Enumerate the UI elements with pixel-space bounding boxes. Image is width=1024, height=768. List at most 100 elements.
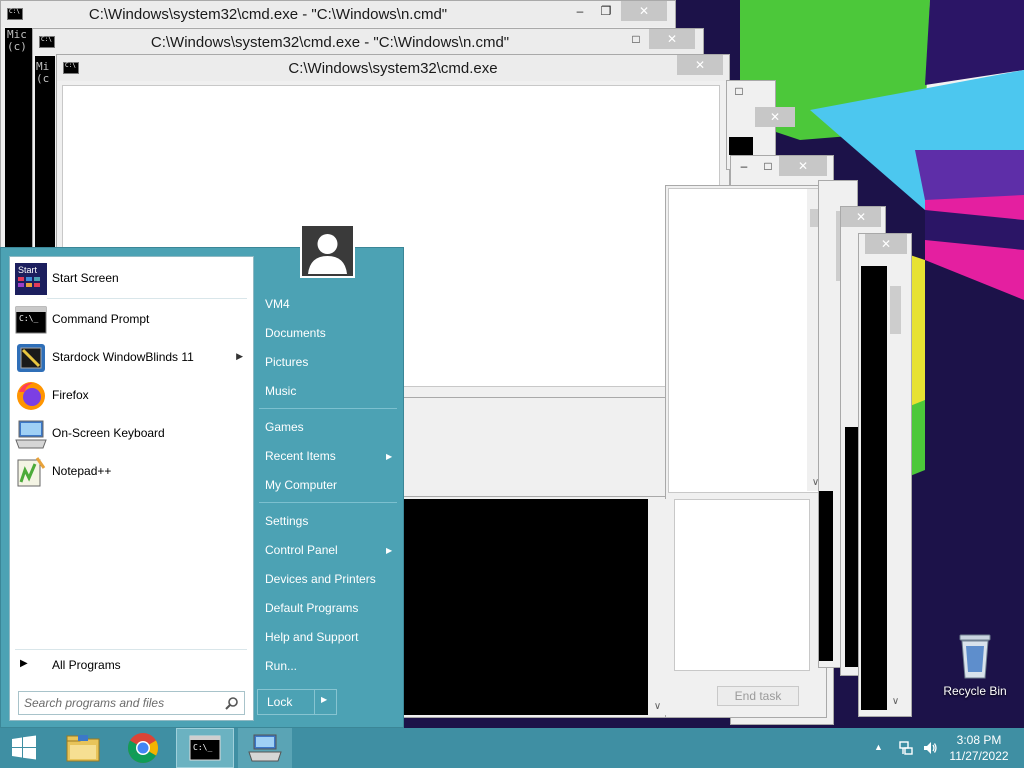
close-button[interactable]: ✕ xyxy=(649,29,695,49)
power-options-arrow-icon[interactable]: ▶ xyxy=(321,695,327,704)
scroll-down-arrow[interactable]: ∨ xyxy=(649,701,666,712)
taskbar-on-screen-keyboard[interactable] xyxy=(238,728,292,768)
lock-divider xyxy=(314,690,315,714)
recycle-bin-icon xyxy=(959,634,991,679)
console-line-2: (c) xyxy=(7,40,27,53)
search-input[interactable] xyxy=(24,695,219,711)
taskbar-file-explorer[interactable] xyxy=(56,728,110,768)
command-prompt-icon: C:\_ xyxy=(15,306,47,334)
start-menu-link-games[interactable]: Games xyxy=(265,420,304,434)
start-menu-item-label: On-Screen Keyboard xyxy=(52,426,165,440)
separator xyxy=(15,649,247,650)
start-menu-item-notepadpp[interactable]: Notepad++ xyxy=(15,455,249,489)
start-button[interactable] xyxy=(0,728,54,768)
restore-button[interactable]: □ xyxy=(729,81,749,101)
submenu-arrow-icon: ▶ xyxy=(236,351,243,361)
clock-time: 3:08 PM xyxy=(956,733,1002,747)
console-line-2: (c xyxy=(36,72,50,85)
console-area[interactable] xyxy=(402,499,648,715)
start-menu-link-recent-items[interactable]: Recent Items xyxy=(265,449,336,463)
start-menu-link-pictures[interactable]: Pictures xyxy=(265,355,308,369)
minimize-button[interactable]: – xyxy=(731,156,757,176)
start-menu-link-documents[interactable]: Documents xyxy=(265,326,326,340)
search-box[interactable] xyxy=(18,691,245,715)
minimize-button[interactable]: – xyxy=(567,1,593,21)
start-menu-link-vm4[interactable]: VM4 xyxy=(265,297,290,311)
process-list[interactable] xyxy=(668,188,824,493)
close-button[interactable]: ✕ xyxy=(841,207,881,227)
title-bar[interactable]: C:\Windows\system32\cmd.exe ✕ xyxy=(57,55,729,81)
recycle-bin-label: Recycle Bin xyxy=(943,684,1007,698)
lock-label: Lock xyxy=(267,695,293,709)
console-area[interactable] xyxy=(861,266,887,710)
search-icon[interactable] xyxy=(225,696,239,710)
scrollbar[interactable]: ∨ xyxy=(649,499,666,715)
start-menu-item-windowblinds[interactable]: Stardock WindowBlinds 11 ▶ xyxy=(15,341,249,375)
start-menu-link-music[interactable]: Music xyxy=(265,384,296,398)
taskbar-clock[interactable]: 3:08 PM 11/27/2022 xyxy=(944,732,1014,764)
start-menu-link-help-and-support[interactable]: Help and Support xyxy=(265,630,358,644)
start-menu-link-my-computer[interactable]: My Computer xyxy=(265,478,337,492)
close-button[interactable]: ✕ xyxy=(755,107,795,127)
task-manager-body[interactable]: ∨ End task xyxy=(665,185,827,718)
network-icon[interactable] xyxy=(898,740,914,756)
start-menu-link-default-programs[interactable]: Default Programs xyxy=(265,601,358,615)
start-screen-icon: Start xyxy=(15,263,47,295)
details-pane xyxy=(674,499,810,671)
separator xyxy=(259,408,397,409)
start-menu-item-label: Stardock WindowBlinds 11 xyxy=(52,350,194,364)
window-title: C:\Windows\system32\cmd.exe xyxy=(288,60,498,77)
scroll-thumb[interactable] xyxy=(890,286,901,334)
scrollbar[interactable]: ∨ xyxy=(887,266,904,710)
lock-button[interactable]: Lock ▶ xyxy=(257,689,337,715)
all-programs-button[interactable]: ▶ All Programs xyxy=(15,654,249,676)
close-button[interactable]: ✕ xyxy=(621,1,667,21)
taskbar-chrome[interactable] xyxy=(116,728,170,768)
close-button[interactable]: ✕ xyxy=(779,156,827,176)
restore-button[interactable]: ❐ xyxy=(593,1,619,21)
user-avatar-icon xyxy=(302,226,353,276)
notepadpp-icon xyxy=(17,457,46,487)
chrome-icon xyxy=(127,733,159,764)
console-area[interactable] xyxy=(819,491,833,661)
restore-button[interactable]: □ xyxy=(623,29,649,49)
taskbar: C:\_ ▲ 3:08 PM 11/27/2022 xyxy=(0,728,1024,768)
console-area[interactable] xyxy=(729,137,753,155)
start-menu-item-start-screen[interactable]: Start Start Screen xyxy=(15,262,249,296)
scroll-down-arrow[interactable]: ∨ xyxy=(887,696,904,707)
all-programs-label: All Programs xyxy=(52,658,121,672)
stacked-window-4[interactable]: ✕ ∨ xyxy=(858,233,912,717)
windowblinds-icon xyxy=(17,344,45,372)
restore-button[interactable]: □ xyxy=(755,156,781,176)
close-button[interactable]: ✕ xyxy=(865,234,907,254)
end-task-button[interactable]: End task xyxy=(717,686,799,706)
start-menu-link-devices-and-printers[interactable]: Devices and Printers xyxy=(265,572,376,586)
submenu-arrow-icon: ▶ xyxy=(386,452,393,461)
windows-start-icon xyxy=(12,735,36,760)
start-menu-link-settings[interactable]: Settings xyxy=(265,514,308,528)
user-account-picture[interactable] xyxy=(300,224,355,278)
all-programs-arrow-icon: ▶ xyxy=(20,658,28,669)
clock-date: 11/27/2022 xyxy=(949,749,1009,763)
start-menu-item-firefox[interactable]: Firefox xyxy=(15,379,249,413)
separator xyxy=(47,298,247,299)
window-title: C:\Windows\system32\cmd.exe - "C:\Window… xyxy=(88,6,448,23)
start-menu-item-label: Start Screen xyxy=(52,271,119,285)
start-menu-link-run[interactable]: Run... xyxy=(265,659,297,673)
recycle-bin[interactable]: Recycle Bin xyxy=(942,630,1008,702)
start-menu-item-on-screen-keyboard[interactable]: On-Screen Keyboard xyxy=(15,417,249,451)
taskbar-command-prompt[interactable]: C:\_ xyxy=(176,728,234,768)
volume-icon[interactable] xyxy=(922,740,938,756)
title-bar[interactable]: C:\Windows\system32\cmd.exe - "C:\Window… xyxy=(1,1,675,27)
title-bar[interactable]: C:\Windows\system32\cmd.exe - "C:\Window… xyxy=(33,29,703,55)
programs-pane: Start Start Screen C:\_ Command Prompt S… xyxy=(9,256,254,721)
show-hidden-icons-icon[interactable]: ▲ xyxy=(874,742,890,758)
start-menu-item-command-prompt[interactable]: C:\_ Command Prompt xyxy=(15,303,249,337)
start-screen-icon-text: Start xyxy=(18,265,38,275)
cmd-window-lower[interactable]: ∨ xyxy=(400,496,666,718)
close-button[interactable]: ✕ xyxy=(677,55,723,75)
command-prompt-icon: C:\_ xyxy=(189,735,221,761)
start-menu-item-label: Command Prompt xyxy=(52,312,150,326)
start-menu-link-control-panel[interactable]: Control Panel xyxy=(265,543,338,557)
submenu-arrow-icon: ▶ xyxy=(386,546,393,555)
